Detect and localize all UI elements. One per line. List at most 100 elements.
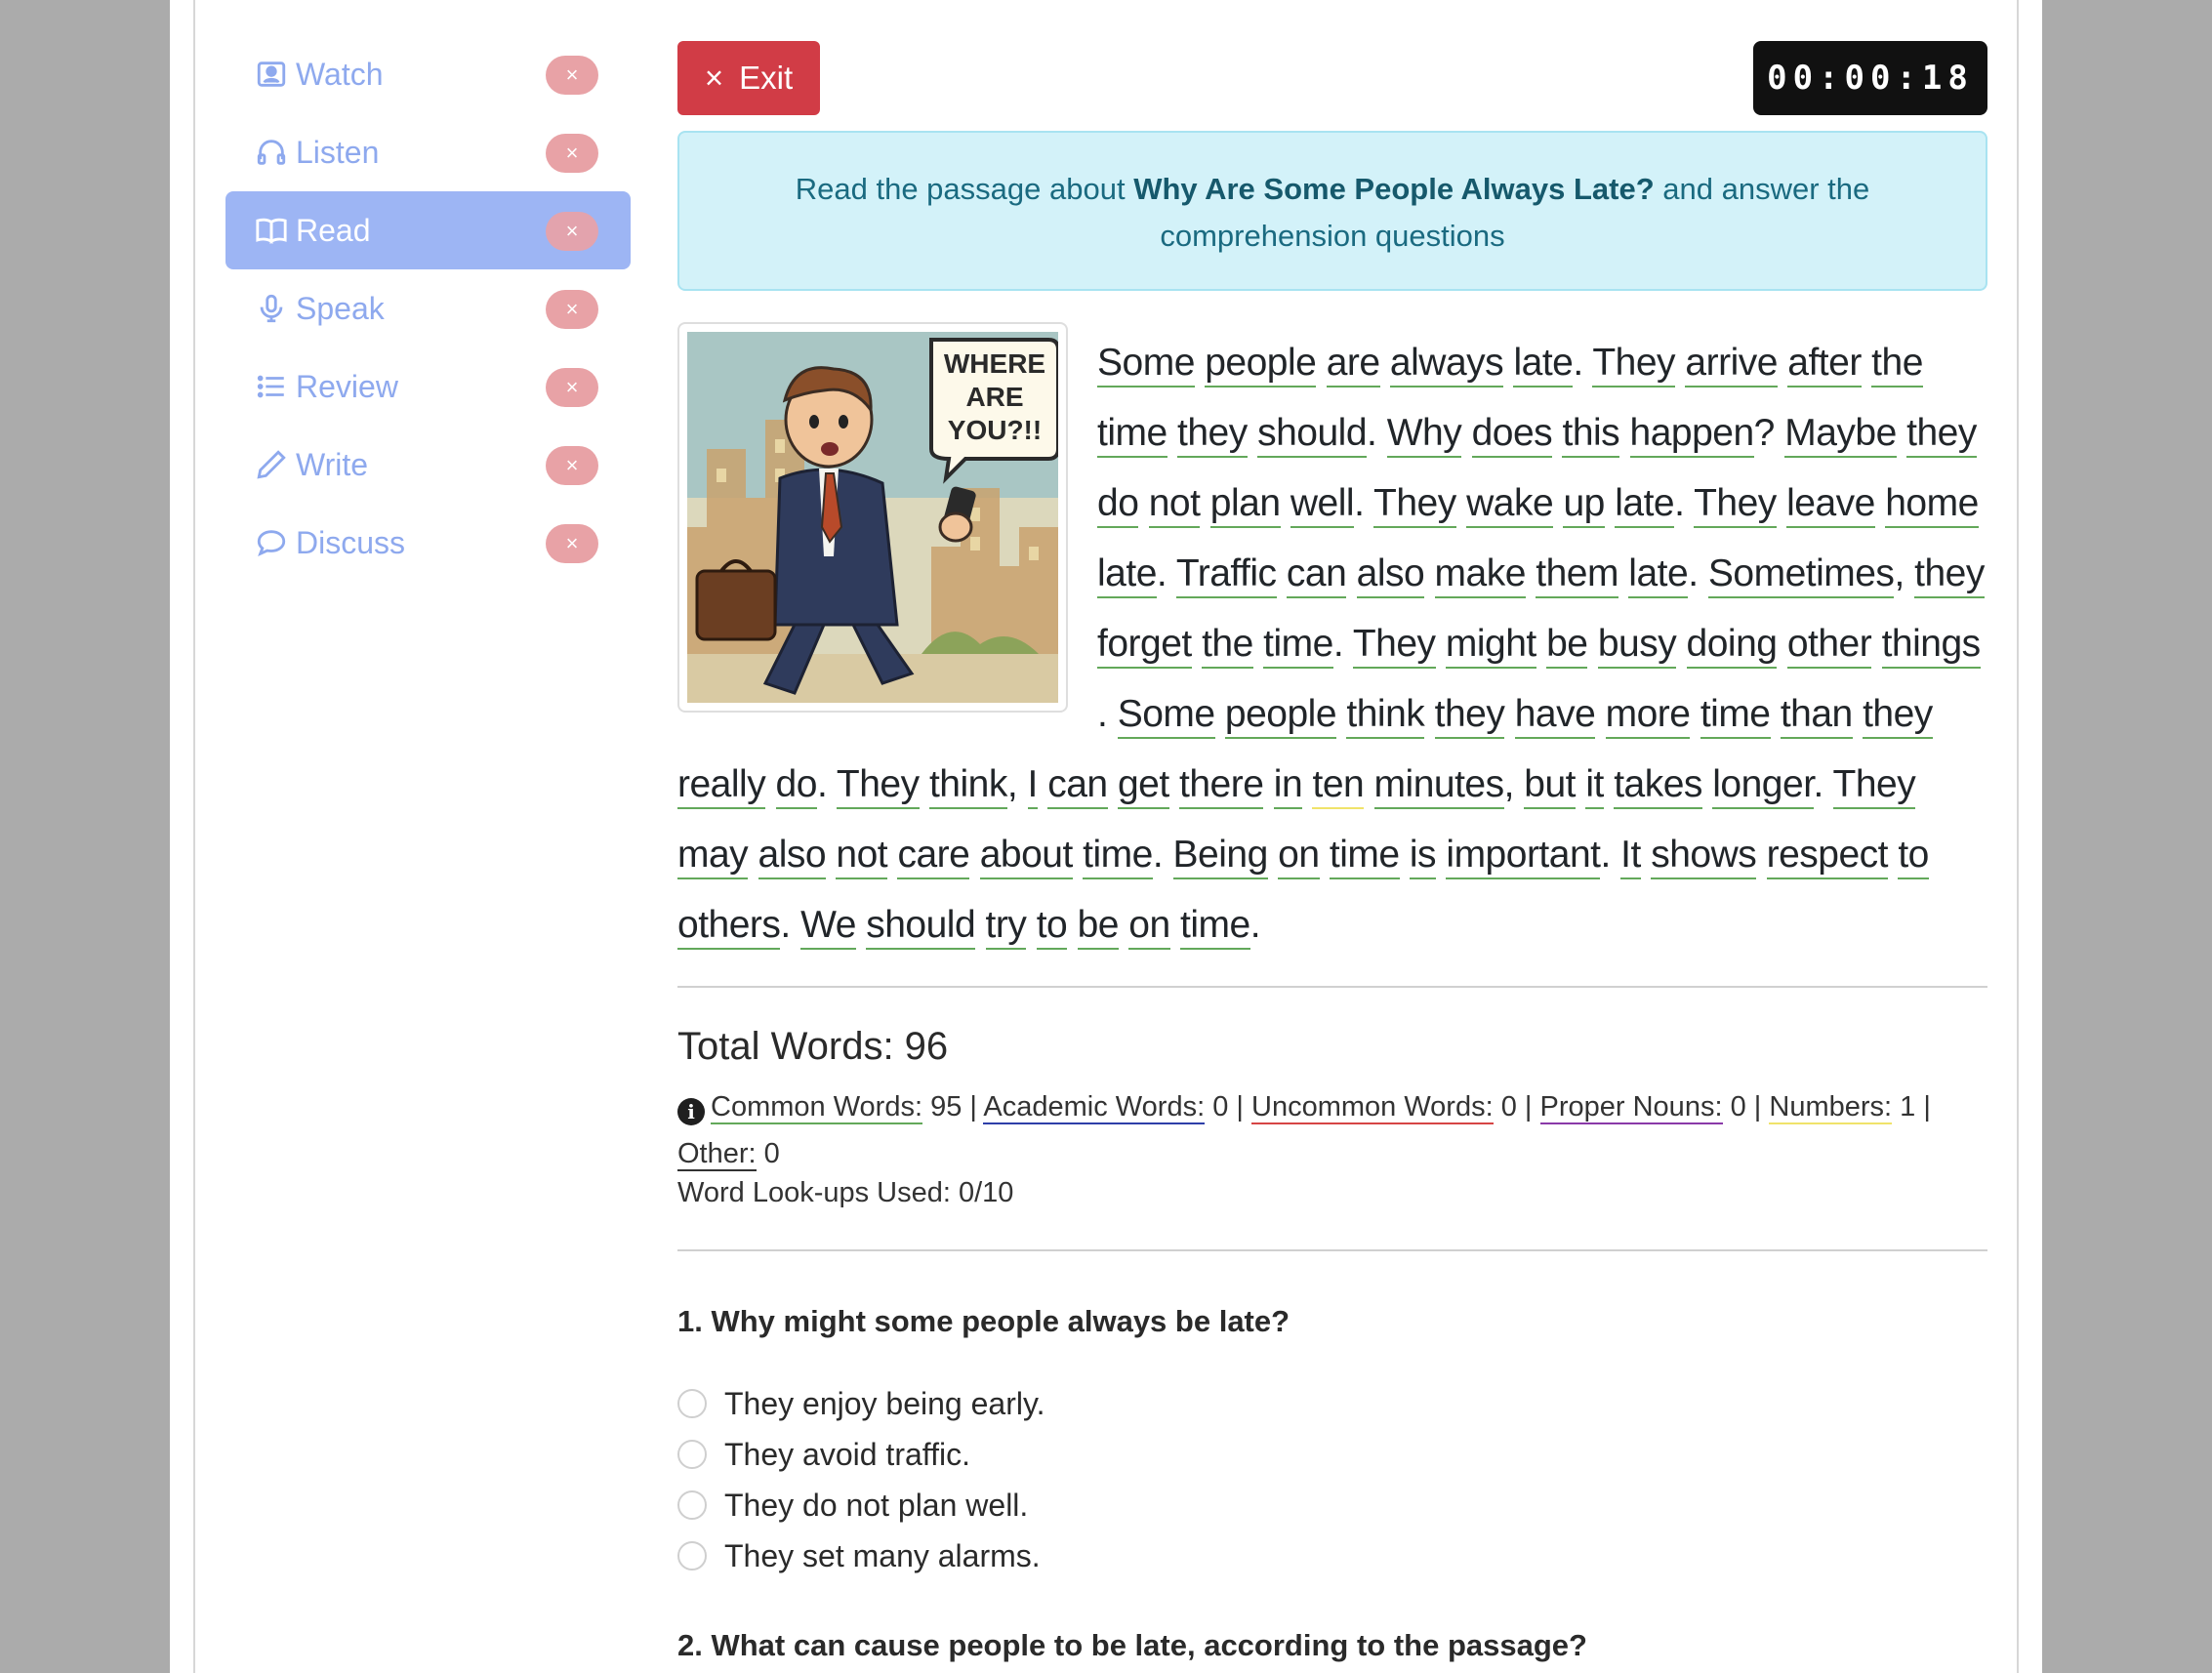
sidebar-item-listen[interactable]: Listen × — [225, 113, 631, 191]
numbers-label[interactable]: Numbers: — [1769, 1091, 1893, 1124]
answer-option[interactable]: They avoid traffic. — [677, 1429, 1045, 1480]
passage-word[interactable]: to — [1036, 904, 1068, 950]
passage-word[interactable]: longer — [1712, 763, 1814, 809]
passage-word[interactable]: time — [1263, 623, 1333, 669]
passage-word[interactable]: late — [1615, 482, 1675, 528]
passage-word[interactable]: should — [1257, 412, 1368, 458]
passage-word[interactable]: well — [1290, 482, 1355, 528]
passage-word[interactable]: We — [800, 904, 856, 950]
passage-word[interactable]: be — [1077, 904, 1119, 950]
passage-word[interactable]: not — [836, 834, 888, 879]
passage-word[interactable]: might — [1445, 623, 1536, 669]
passage-word[interactable]: takes — [1614, 763, 1702, 809]
passage-word[interactable]: be — [1546, 623, 1588, 669]
passage-word[interactable]: also — [1356, 552, 1425, 598]
academic-words-label[interactable]: Academic Words: — [983, 1091, 1206, 1124]
radio-button[interactable] — [677, 1490, 707, 1520]
passage-word[interactable]: on — [1128, 904, 1170, 950]
passage-word[interactable]: important — [1446, 834, 1601, 879]
radio-button[interactable] — [677, 1389, 707, 1418]
remove-watch-button[interactable]: × — [546, 56, 598, 95]
passage-word[interactable]: doing — [1686, 623, 1778, 669]
passage-word[interactable]: it — [1585, 763, 1604, 809]
passage-word[interactable]: time — [1180, 904, 1250, 950]
passage-word[interactable]: Being — [1172, 834, 1268, 879]
passage-word[interactable]: Why — [1386, 412, 1462, 458]
passage-word[interactable]: there — [1179, 763, 1264, 809]
passage-word[interactable]: other — [1786, 623, 1872, 669]
passage-word[interactable]: the — [1202, 623, 1253, 669]
remove-review-button[interactable]: × — [546, 368, 598, 407]
passage-word[interactable]: time — [1329, 834, 1400, 879]
passage-word[interactable]: to — [1898, 834, 1929, 879]
passage-word[interactable]: can — [1286, 552, 1347, 598]
passage-word[interactable]: may — [677, 834, 749, 879]
passage-word[interactable]: do — [1097, 482, 1139, 528]
passage-word[interactable]: busy — [1597, 623, 1677, 669]
passage-word[interactable]: try — [985, 904, 1027, 950]
answer-option[interactable]: They do not plan well. — [677, 1480, 1045, 1530]
passage-word[interactable]: care — [897, 834, 970, 879]
passage-word[interactable]: respect — [1766, 834, 1888, 879]
passage-word[interactable]: arrive — [1685, 342, 1778, 388]
passage-word[interactable]: they — [1177, 412, 1248, 458]
passage-word[interactable]: others — [677, 904, 781, 950]
passage-word[interactable]: Maybe — [1784, 412, 1897, 458]
passage-word[interactable]: Sometimes — [1707, 552, 1895, 598]
common-words-label[interactable]: Common Words: — [711, 1091, 923, 1124]
radio-button[interactable] — [677, 1541, 707, 1571]
passage-word[interactable]: late — [1097, 552, 1157, 598]
passage-word[interactable]: wake — [1466, 482, 1554, 528]
passage-word[interactable]: they — [1863, 693, 1933, 739]
uncommon-words-label[interactable]: Uncommon Words: — [1251, 1091, 1494, 1124]
passage-word[interactable]: I — [1027, 763, 1038, 809]
passage-word[interactable]: than — [1780, 693, 1853, 739]
passage-word[interactable]: them — [1536, 552, 1618, 598]
sidebar-item-write[interactable]: Write × — [225, 426, 631, 504]
passage-word[interactable]: up — [1563, 482, 1605, 528]
sidebar-item-watch[interactable]: Watch × — [225, 35, 631, 113]
proper-nouns-label[interactable]: Proper Nouns: — [1539, 1091, 1723, 1124]
passage-word[interactable]: people — [1224, 693, 1337, 739]
passage-word[interactable]: time — [1700, 693, 1771, 739]
remove-speak-button[interactable]: × — [546, 290, 598, 329]
remove-discuss-button[interactable]: × — [546, 524, 598, 563]
radio-button[interactable] — [677, 1440, 707, 1469]
passage-word[interactable]: late — [1628, 552, 1689, 598]
remove-write-button[interactable]: × — [546, 446, 598, 485]
passage-word[interactable]: Some — [1117, 693, 1215, 739]
other-words-label[interactable]: Other: — [677, 1138, 757, 1171]
passage-word[interactable]: always — [1389, 342, 1504, 388]
passage-word[interactable]: forget — [1097, 623, 1192, 669]
passage-word[interactable]: should — [866, 904, 976, 950]
remove-read-button[interactable]: × — [546, 212, 598, 251]
passage-word[interactable]: is — [1409, 834, 1437, 879]
passage-word[interactable]: They — [836, 763, 920, 809]
passage-word[interactable]: think — [1346, 693, 1425, 739]
passage-word[interactable]: They — [1373, 482, 1456, 528]
sidebar-item-read[interactable]: Read × — [225, 191, 631, 269]
passage-word[interactable]: They — [1352, 623, 1436, 669]
passage-word[interactable]: about — [979, 834, 1073, 879]
passage-word[interactable]: can — [1047, 763, 1108, 809]
passage-word[interactable]: people — [1205, 342, 1317, 388]
passage-word[interactable]: more — [1605, 693, 1691, 739]
exit-button[interactable]: × Exit — [677, 41, 820, 115]
passage-word[interactable]: think — [928, 763, 1007, 809]
passage-word[interactable]: really — [677, 763, 766, 809]
passage-word[interactable]: shows — [1651, 834, 1757, 879]
answer-option[interactable]: They enjoy being early. — [677, 1378, 1045, 1429]
passage-word[interactable]: They — [1832, 763, 1916, 809]
passage-word[interactable]: Some — [1097, 342, 1195, 388]
passage-word[interactable]: late — [1513, 342, 1574, 388]
sidebar-item-speak[interactable]: Speak × — [225, 269, 631, 347]
passage-word[interactable]: ten — [1312, 763, 1365, 809]
sidebar-item-review[interactable]: Review × — [225, 347, 631, 426]
passage-word[interactable]: Traffic — [1175, 552, 1277, 598]
passage-word[interactable]: leave — [1786, 482, 1875, 528]
passage-word[interactable]: time — [1097, 412, 1167, 458]
passage-word[interactable]: have — [1514, 693, 1596, 739]
passage-word[interactable]: on — [1278, 834, 1320, 879]
passage-word[interactable]: they — [1434, 693, 1505, 739]
passage-word[interactable]: the — [1871, 342, 1923, 388]
